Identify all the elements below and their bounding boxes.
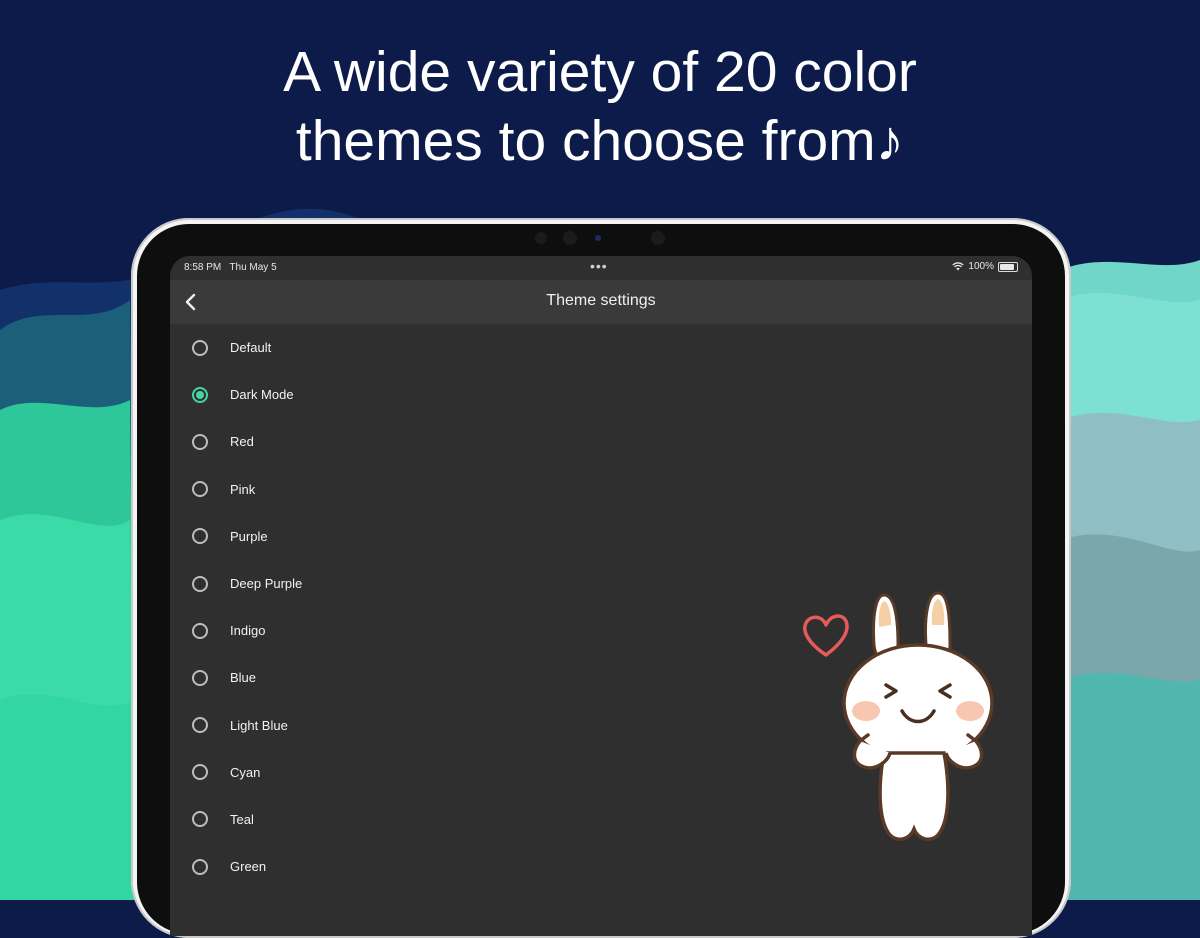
theme-option-label: Teal xyxy=(230,811,254,827)
multitask-dots[interactable]: ••• xyxy=(590,258,608,274)
radio-button[interactable] xyxy=(192,575,208,592)
battery-icon xyxy=(998,261,1018,272)
heart-icon xyxy=(803,614,849,657)
radio-button[interactable] xyxy=(192,669,208,686)
status-time: 8:58 PM xyxy=(184,262,222,273)
status-bar: 8:58 PM Thu May 5 ••• 100% xyxy=(170,256,1032,280)
battery-percent: 100% xyxy=(968,261,994,272)
page-title: Theme settings xyxy=(546,292,656,309)
theme-option-label: Red xyxy=(230,434,254,450)
theme-option-label: Default xyxy=(230,340,272,356)
theme-option-default[interactable]: Default xyxy=(170,324,1032,371)
theme-option-purple[interactable]: Purple xyxy=(170,513,1032,560)
headline-line-2: themes to choose from♪ xyxy=(295,109,905,173)
radio-button[interactable] xyxy=(192,481,208,498)
theme-option-dark-mode[interactable]: Dark Mode xyxy=(170,371,1032,418)
radio-button[interactable] xyxy=(192,858,208,875)
theme-option-label: Purple xyxy=(230,528,268,544)
theme-option-label: Green xyxy=(230,859,267,875)
radio-button[interactable] xyxy=(192,386,208,403)
headline: A wide variety of 20 color themes to cho… xyxy=(0,38,1200,176)
theme-option-label: Light Blue xyxy=(230,717,288,733)
radio-button[interactable] xyxy=(192,811,208,828)
theme-option-label: Cyan xyxy=(230,764,261,780)
wifi-icon xyxy=(952,262,965,271)
radio-button[interactable] xyxy=(192,433,208,450)
theme-option-red[interactable]: Red xyxy=(170,418,1032,465)
sensor-dot xyxy=(563,231,577,245)
theme-option-label: Blue xyxy=(230,670,257,686)
radio-button[interactable] xyxy=(192,764,208,781)
theme-option-label: Deep Purple xyxy=(230,576,303,592)
app-bar: Theme settings xyxy=(170,280,1032,324)
radio-button[interactable] xyxy=(192,717,208,734)
camera-icon xyxy=(595,235,601,241)
sensor-dot xyxy=(535,232,547,244)
radio-button[interactable] xyxy=(192,528,208,545)
theme-option-label: Indigo xyxy=(230,623,266,639)
radio-button[interactable] xyxy=(192,339,208,356)
headline-line-1: A wide variety of 20 color xyxy=(283,40,917,104)
sensor-dot xyxy=(651,231,665,245)
theme-option-label: Dark Mode xyxy=(230,387,294,403)
bunny-mascot xyxy=(803,591,994,841)
radio-button[interactable] xyxy=(192,622,208,639)
theme-option-label: Pink xyxy=(230,481,256,497)
theme-option-pink[interactable]: Pink xyxy=(170,466,1032,513)
status-date: Thu May 5 xyxy=(229,262,277,273)
